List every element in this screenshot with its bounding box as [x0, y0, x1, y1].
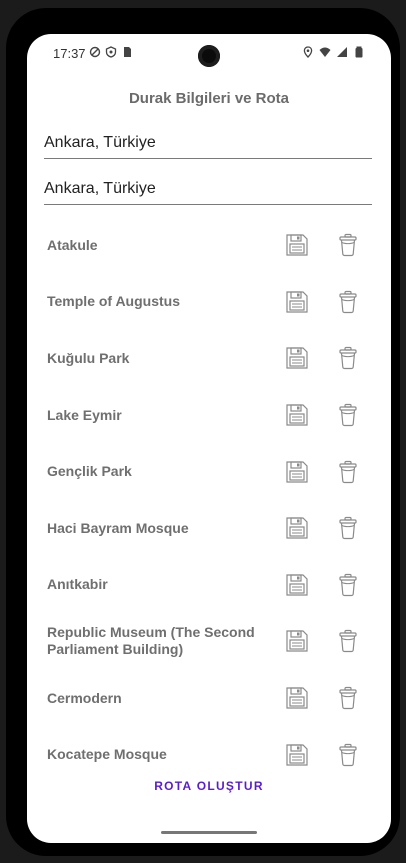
stop-name: Atakule [47, 236, 98, 253]
delete-stop-button[interactable] [333, 457, 363, 487]
floppy-disk-icon [286, 404, 308, 426]
trash-can-icon [339, 460, 357, 483]
stop-row: Anıtkabir [27, 557, 391, 614]
stop-name: Kocatepe Mosque [47, 746, 167, 763]
signal-icon [337, 47, 347, 57]
delete-stop-button[interactable] [333, 513, 363, 543]
delete-stop-button[interactable] [333, 343, 363, 373]
delete-stop-button[interactable] [333, 400, 363, 430]
stop-name: Republic Museum (The Second Parliament B… [47, 624, 255, 658]
front-camera [198, 45, 220, 67]
floppy-disk-icon [286, 517, 308, 539]
save-stop-button[interactable] [282, 683, 312, 713]
stop-row: Gençlik Park [27, 443, 391, 500]
stop-name: Gençlik Park [47, 463, 132, 480]
save-stop-button[interactable] [282, 626, 312, 656]
floppy-disk-icon [286, 630, 308, 653]
trash-can-icon [339, 290, 357, 313]
trash-can-icon [339, 630, 357, 653]
stop-name: Cermodern [47, 689, 122, 706]
stop-row: Cermodern [27, 670, 391, 727]
delete-stop-button[interactable] [333, 683, 363, 713]
floppy-disk-icon [286, 744, 308, 766]
delete-stop-button[interactable] [333, 287, 363, 317]
stop-row: Republic Museum (The Second Parliament B… [27, 613, 391, 670]
status-bar: 17:37 [27, 34, 391, 74]
trash-can-icon [339, 403, 357, 427]
save-stop-button[interactable] [282, 287, 312, 317]
location-icon [303, 46, 313, 58]
floppy-disk-icon [286, 687, 308, 709]
stop-row: Lake Eymir [27, 387, 391, 444]
save-stop-button[interactable] [282, 343, 312, 373]
trash-can-icon [339, 573, 357, 596]
stop-name: Kuğulu Park [47, 349, 130, 366]
delete-stop-button[interactable] [333, 740, 363, 770]
battery-icon [355, 46, 363, 58]
trash-can-icon [339, 347, 357, 370]
create-route-button[interactable]: ROTA OLUŞTUR [27, 779, 391, 793]
do-not-disturb-icon [89, 46, 101, 58]
destination-input[interactable] [44, 174, 372, 205]
trash-can-icon [339, 234, 357, 257]
status-right-icons [302, 46, 365, 58]
delete-stop-button[interactable] [333, 570, 363, 600]
stop-name: Anıtkabir [47, 576, 108, 593]
delete-stop-button[interactable] [333, 230, 363, 260]
trash-can-icon [339, 517, 357, 540]
stop-name: Lake Eymir [47, 406, 122, 423]
home-indicator[interactable] [161, 831, 257, 834]
stop-row: Kocatepe Mosque [27, 726, 391, 783]
stop-row: Haci Bayram Mosque [27, 500, 391, 557]
floppy-disk-icon [286, 574, 308, 596]
stop-name: Temple of Augustus [47, 293, 180, 310]
status-left-icons [89, 46, 133, 58]
delete-stop-button[interactable] [333, 626, 363, 656]
floppy-disk-icon [286, 291, 308, 313]
save-stop-button[interactable] [282, 570, 312, 600]
floppy-disk-icon [286, 234, 308, 256]
status-time: 17:37 [53, 46, 86, 61]
trash-can-icon [339, 686, 357, 710]
save-stop-button[interactable] [282, 400, 312, 430]
save-stop-button[interactable] [282, 740, 312, 770]
stop-row: Temple of Augustus [27, 274, 391, 331]
trash-can-icon [339, 743, 357, 766]
stop-name: Haci Bayram Mosque [47, 519, 189, 536]
shield-icon [105, 46, 117, 58]
page-title: Durak Bilgileri ve Rota [128, 90, 290, 107]
save-stop-button[interactable] [282, 513, 312, 543]
floppy-disk-icon [286, 347, 308, 370]
stop-row: Kuğulu Park [27, 330, 391, 387]
wifi-icon [319, 47, 331, 57]
sim-card-icon [124, 47, 131, 57]
stop-list: Atakule Temple of Augustus Kuğulu Park L… [27, 217, 391, 783]
floppy-disk-icon [286, 461, 308, 483]
phone-frame: 17:37 Durak Bilgileri ve Rota Ankara, Tü… [6, 8, 400, 856]
app-screen: 17:37 Durak Bilgileri ve Rota Ankara, Tü… [27, 34, 391, 843]
save-stop-button[interactable] [282, 230, 312, 260]
origin-input[interactable] [44, 128, 372, 159]
stop-row: Atakule [27, 217, 391, 274]
save-stop-button[interactable] [282, 457, 312, 487]
